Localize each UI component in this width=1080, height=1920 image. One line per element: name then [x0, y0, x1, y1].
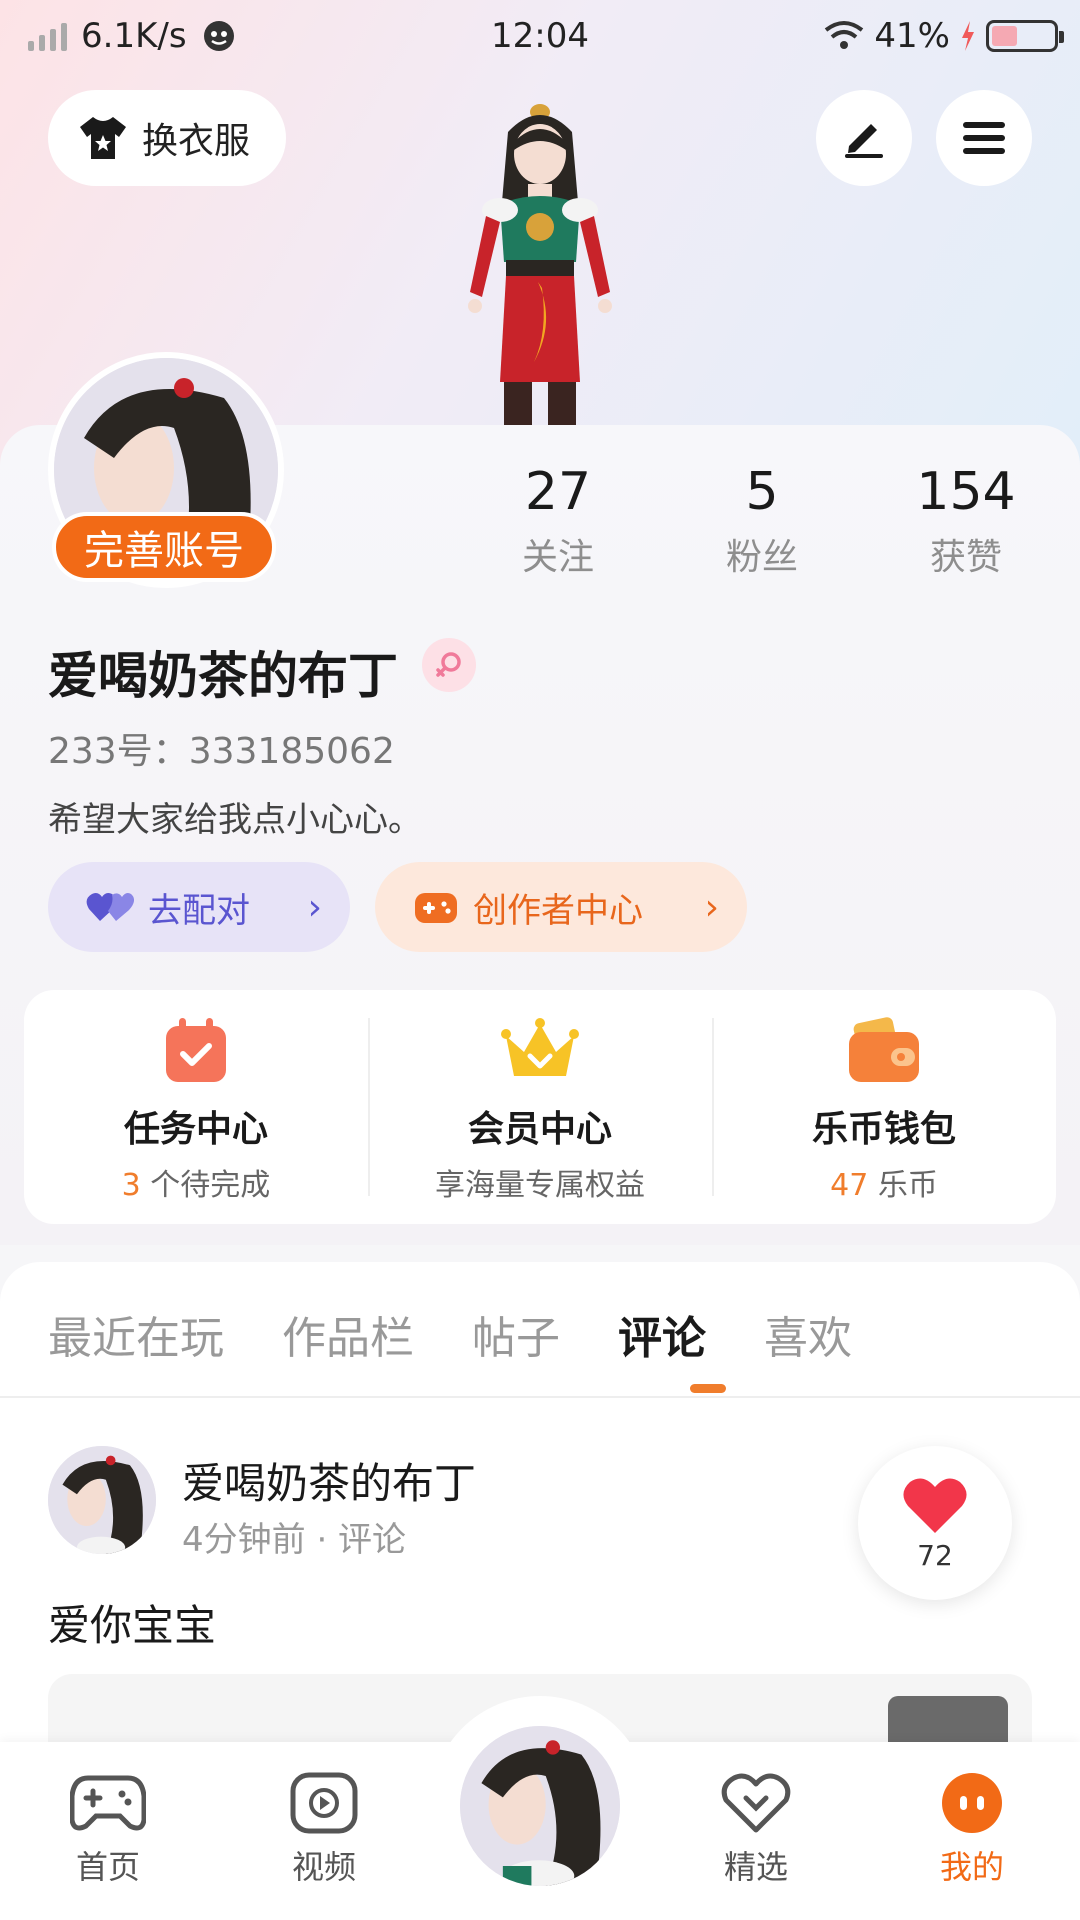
center-avatar-button[interactable]	[456, 1722, 624, 1890]
heart-icon	[903, 1477, 967, 1533]
wallet-subtitle: 47 乐币	[830, 1160, 938, 1204]
nickname: 爱喝奶茶的布丁	[48, 647, 398, 705]
comment-author-avatar[interactable]	[48, 1446, 156, 1554]
heart-badge-icon	[721, 1773, 791, 1833]
edit-profile-button[interactable]	[816, 90, 912, 186]
followers-stat[interactable]: 5 粉丝	[682, 462, 842, 580]
active-tab-indicator	[690, 1384, 726, 1393]
wallet-icon	[849, 1017, 919, 1082]
following-stat[interactable]: 27 关注	[478, 462, 638, 580]
bottom-nav: 首页 视频 精选 我的	[0, 1696, 1080, 1920]
vip-center-card[interactable]: 会员中心 享海量专属权益	[368, 990, 712, 1224]
face-icon	[942, 1773, 1002, 1833]
pen-icon	[845, 124, 883, 158]
complete-account-button[interactable]: 完善账号	[52, 512, 276, 582]
task-pending-count: 3	[121, 1168, 141, 1203]
bio: 希望大家给我点小心心。	[48, 800, 422, 840]
hamburger-menu-icon	[963, 122, 1005, 154]
following-label: 关注	[521, 537, 594, 578]
tab-likes[interactable]: 喜欢	[764, 1302, 852, 1366]
nav-mine[interactable]: 我的	[902, 1772, 1042, 1888]
gamepad-icon	[70, 1775, 146, 1831]
like-button[interactable]: 72	[858, 1446, 1012, 1600]
nav-video[interactable]: 视频	[254, 1772, 394, 1888]
charging-icon	[962, 21, 974, 51]
task-center-title: 任务中心	[123, 1109, 268, 1150]
like-count: 72	[917, 1538, 953, 1572]
vip-center-title: 会员中心	[467, 1109, 612, 1150]
services-panel: 任务中心 3 个待完成 会员中心 享海量专属权益 乐币钱包 47 乐币	[24, 990, 1056, 1224]
comment-text: 爱你宝宝	[48, 1601, 217, 1650]
battery-level	[992, 26, 1017, 46]
vip-center-subtitle: 享海量专属权益	[435, 1168, 645, 1203]
hearts-icon	[86, 893, 134, 921]
task-pending-text: 个待完成	[140, 1168, 271, 1203]
tab-posts[interactable]: 帖子	[472, 1302, 560, 1366]
chevron-right-icon: ›	[704, 886, 719, 928]
coin-balance: 47	[830, 1168, 869, 1203]
battery-percent: 41%	[874, 16, 950, 56]
calendar-check-icon	[166, 1018, 226, 1082]
comment-author-name[interactable]: 爱喝奶茶的布丁	[182, 1450, 476, 1511]
chevron-right-icon: ›	[307, 886, 322, 928]
female-gender-icon	[422, 638, 476, 692]
wallet-title: 乐币钱包	[811, 1109, 956, 1150]
status-bar: 6.1K/s 12:04 41%	[0, 0, 1080, 80]
creator-center-label: 创作者中心	[473, 890, 643, 931]
change-clothes-label: 换衣服	[142, 121, 251, 162]
tab-works[interactable]: 作品栏	[282, 1302, 414, 1366]
nav-featured-label: 精选	[723, 1848, 788, 1886]
wallet-card[interactable]: 乐币钱包 47 乐币	[712, 990, 1056, 1224]
avatar-image	[48, 1446, 156, 1554]
followers-count: 5	[745, 462, 779, 522]
avatar-character-figure[interactable]	[430, 92, 650, 470]
video-icon	[290, 1772, 358, 1834]
creator-center-button[interactable]: 创作者中心 ›	[375, 862, 747, 952]
task-center-subtitle: 3 个待完成	[122, 1160, 271, 1204]
nav-home-label: 首页	[75, 1848, 140, 1886]
gamepad-icon	[415, 893, 457, 923]
profile-tabs: 最近在玩 作品栏 帖子 评论 喜欢	[48, 1302, 910, 1366]
nav-video-label: 视频	[291, 1848, 356, 1886]
nav-featured[interactable]: 精选	[686, 1772, 826, 1888]
crown-icon	[501, 1018, 579, 1076]
task-center-card[interactable]: 任务中心 3 个待完成	[24, 990, 368, 1224]
tab-comments[interactable]: 评论	[618, 1302, 706, 1366]
change-clothes-button[interactable]: 换衣服	[48, 90, 287, 186]
wifi-icon	[825, 21, 864, 49]
avatar-image	[460, 1726, 620, 1886]
likes-received-label: 获赞	[929, 537, 1002, 578]
divider	[0, 1396, 1080, 1398]
nav-home[interactable]: 首页	[38, 1772, 178, 1888]
followers-label: 粉丝	[725, 537, 798, 578]
battery-icon	[986, 20, 1064, 52]
tab-recently-played[interactable]: 最近在玩	[48, 1302, 224, 1366]
go-pair-label: 去配对	[148, 890, 250, 931]
nav-mine-label: 我的	[939, 1848, 1004, 1886]
comment-meta: 4分钟前 · 评论	[182, 1520, 407, 1560]
likes-received-count: 154	[916, 462, 1016, 522]
user-id: 233号：333185062	[48, 731, 395, 772]
following-count: 27	[524, 462, 592, 522]
menu-button[interactable]	[936, 90, 1032, 186]
coin-unit: 乐币	[868, 1168, 938, 1203]
likes-stat[interactable]: 154 获赞	[886, 462, 1046, 580]
shirt-icon	[80, 117, 126, 159]
go-pair-button[interactable]: 去配对 ›	[48, 862, 350, 952]
